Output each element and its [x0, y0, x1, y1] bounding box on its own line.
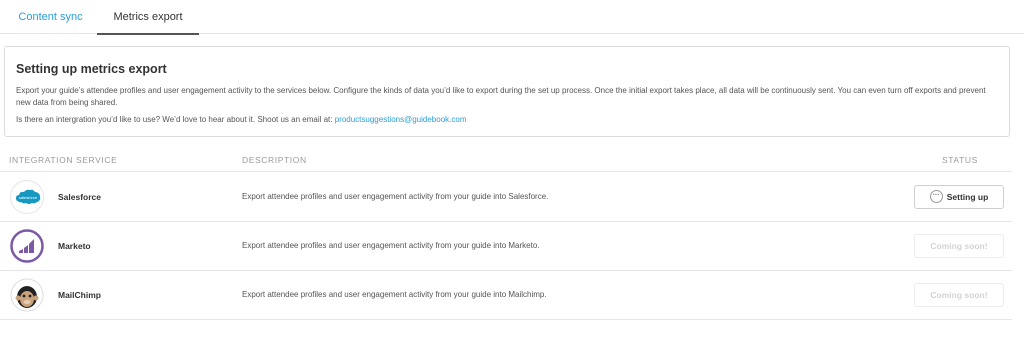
table-row: MailChimp Export attendee profiles and u… [0, 271, 1012, 320]
header-integration-service: INTEGRATION SERVICE [9, 155, 118, 165]
tab-bar: Content sync Metrics export [0, 0, 1024, 35]
service-description: Export attendee profiles and user engage… [242, 241, 540, 250]
header-description: DESCRIPTION [242, 155, 307, 165]
coming-soon-button: Coming soon! [914, 283, 1004, 307]
service-description: Export attendee profiles and user engage… [242, 290, 547, 299]
marketo-logo-icon [10, 229, 44, 263]
intro-title: Setting up metrics export [16, 62, 167, 76]
svg-text:salesforce: salesforce [19, 195, 38, 200]
email-link[interactable]: productsuggestions@guidebook.com [335, 115, 467, 124]
service-name: Marketo [58, 241, 91, 251]
header-status: STATUS [942, 155, 978, 165]
tab-content-sync[interactable]: Content sync [7, 0, 94, 34]
coming-soon-button: Coming soon! [914, 234, 1004, 258]
mailchimp-logo-icon [10, 278, 44, 312]
more-dots-icon: ··· [929, 190, 943, 204]
setting-up-button[interactable]: ··· Setting up [914, 185, 1004, 209]
integration-request-text: Is there an intergration you’d like to u… [16, 114, 466, 126]
intro-panel: Setting up metrics export Export your gu… [4, 46, 1010, 137]
intro-paragraph: Export your guide’s attendee profiles an… [16, 86, 986, 107]
service-name: Salesforce [58, 192, 101, 202]
table-row: salesforce Salesforce Export attendee pr… [0, 173, 1012, 222]
status-label: Setting up [946, 192, 989, 202]
tab-metrics-export[interactable]: Metrics export [97, 0, 199, 35]
table-row: Marketo Export attendee profiles and use… [0, 222, 1012, 271]
service-description: Export attendee profiles and user engage… [242, 192, 549, 201]
salesforce-logo-icon: salesforce [10, 180, 44, 214]
service-name: MailChimp [58, 290, 101, 300]
table-header: INTEGRATION SERVICE DESCRIPTION STATUS [0, 152, 1012, 172]
request-text: Is there an intergration you’d like to u… [16, 115, 335, 124]
